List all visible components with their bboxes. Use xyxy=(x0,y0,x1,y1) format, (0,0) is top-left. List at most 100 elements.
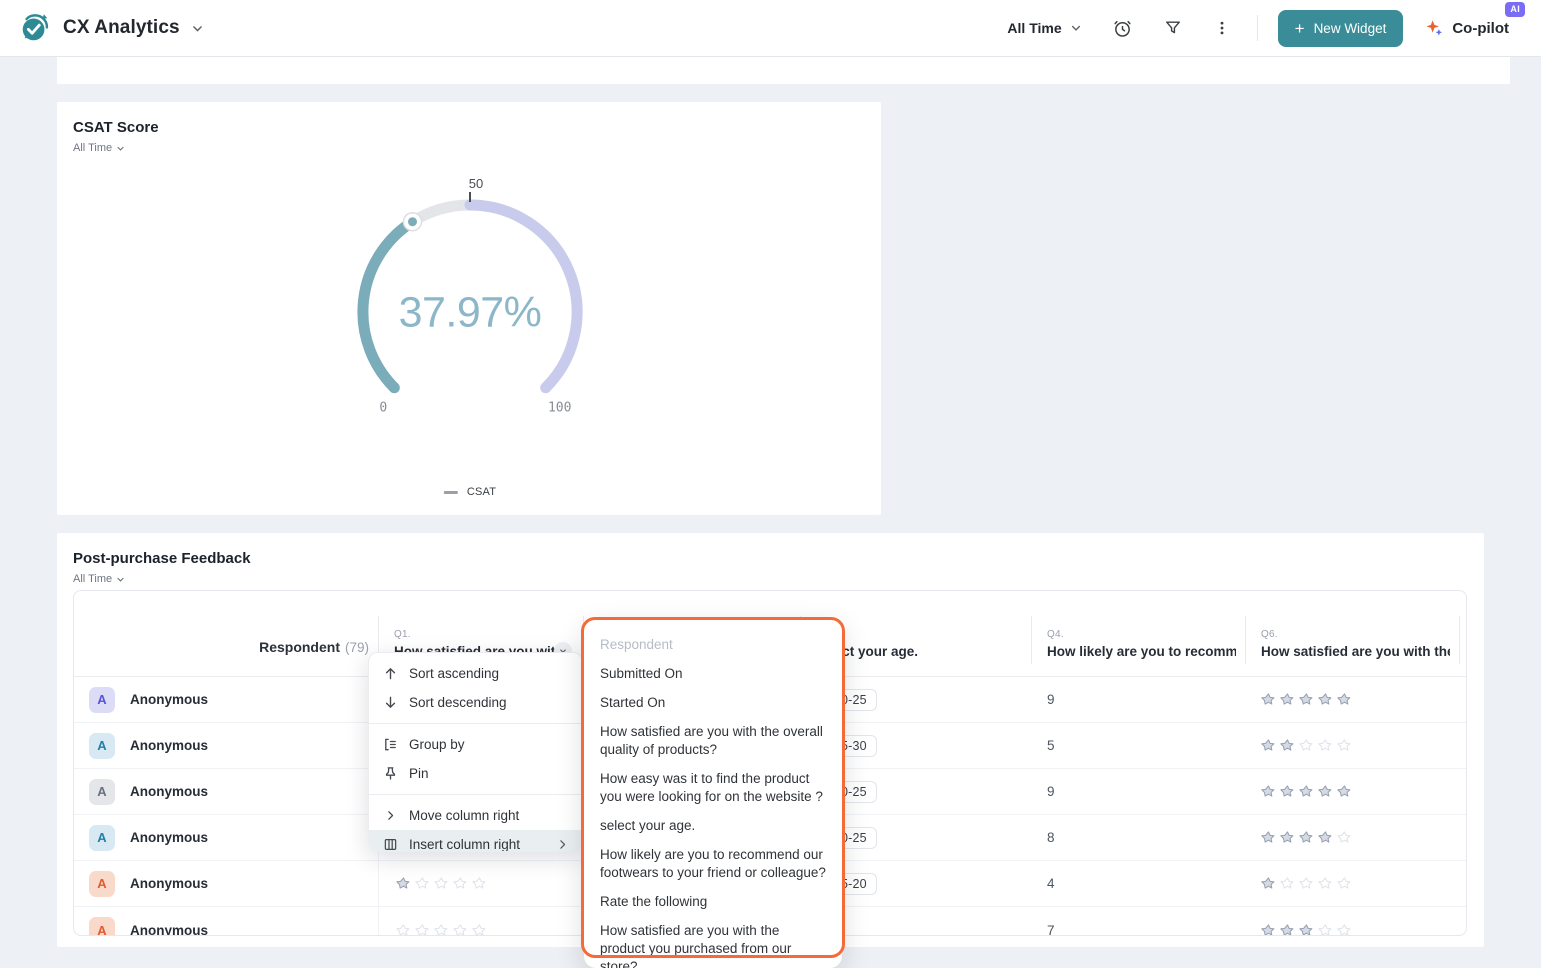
avatar: A xyxy=(89,687,115,713)
star-icon xyxy=(415,876,430,891)
legend-dash-icon xyxy=(444,491,458,494)
column-context-menu: Sort ascending Sort descending Group by Pin… xyxy=(368,652,583,852)
q1-rating-cell xyxy=(379,907,584,936)
menu-item-label: Sort ascending xyxy=(409,666,499,681)
respondent-name: Anonymous xyxy=(130,692,208,707)
q6-star-rating xyxy=(1261,692,1352,707)
star-icon xyxy=(1261,923,1276,937)
global-time-filter[interactable]: All Time xyxy=(1007,20,1081,36)
star-icon xyxy=(1337,876,1352,891)
avatar: A xyxy=(89,779,115,805)
star-icon xyxy=(1280,784,1295,799)
menu-item-group-by[interactable]: Group by xyxy=(369,730,582,759)
star-icon xyxy=(1299,692,1314,707)
feedback-time-filter[interactable]: All Time xyxy=(73,573,125,585)
submenu-item[interactable]: Started On xyxy=(584,688,842,717)
app-brand[interactable]: CX Analytics xyxy=(18,11,204,45)
star-icon xyxy=(1299,830,1314,845)
csat-time-filter[interactable]: All Time xyxy=(73,142,125,154)
star-icon xyxy=(1337,738,1352,753)
star-icon xyxy=(1280,738,1295,753)
q6-star-rating xyxy=(1261,830,1352,845)
app-header: CX Analytics All Time xyxy=(0,0,1541,57)
star-icon xyxy=(1299,923,1314,937)
star-icon xyxy=(1280,876,1295,891)
group-by-icon xyxy=(382,737,398,752)
overflow-cell xyxy=(1460,769,1467,814)
star-icon xyxy=(1337,830,1352,845)
star-icon xyxy=(472,876,487,891)
menu-item-label: Insert column right xyxy=(409,837,520,852)
star-icon xyxy=(1337,692,1352,707)
star-icon xyxy=(415,923,430,937)
star-icon xyxy=(396,923,411,937)
menu-item-label: Sort descending xyxy=(409,695,507,710)
respondent-label: Respondent xyxy=(259,639,340,655)
overflow-cell xyxy=(1460,815,1467,860)
q4-score-cell: 4 xyxy=(1032,861,1246,906)
submenu-item[interactable]: How likely are you to recommend our foot… xyxy=(584,840,842,887)
svg-text:50: 50 xyxy=(469,176,483,191)
star-icon xyxy=(1280,830,1295,845)
respondent-name: Anonymous xyxy=(130,738,208,753)
menu-item-move-column-right[interactable]: Move column right xyxy=(369,801,582,830)
feedback-time-filter-label: All Time xyxy=(73,573,112,585)
column-header-respondent[interactable]: Respondent (79) xyxy=(74,591,379,676)
alarm-icon[interactable] xyxy=(1108,14,1137,43)
copilot-button[interactable]: Co-pilot AI xyxy=(1425,19,1509,38)
avatar: A xyxy=(89,917,115,936)
chevron-down-icon xyxy=(116,575,125,584)
q6-star-rating xyxy=(1261,923,1352,937)
filter-icon[interactable] xyxy=(1159,14,1187,42)
respondent-cell: A Anonymous xyxy=(74,907,379,936)
avatar: A xyxy=(89,733,115,759)
respondent-cell: AAnonymous xyxy=(74,861,379,906)
menu-item-insert-column-right[interactable]: Insert column right xyxy=(369,830,582,852)
menu-item-sort-ascending[interactable]: Sort ascending xyxy=(369,659,582,688)
chevron-down-icon xyxy=(1070,22,1082,34)
submenu-item[interactable]: How satisfied are you with the product y… xyxy=(584,916,842,968)
ai-badge: AI xyxy=(1505,2,1525,17)
partial-widget-above xyxy=(57,57,1510,84)
column-header-q6[interactable]: Q6.How satisfied are you with the... xyxy=(1246,591,1460,676)
column-header-q4[interactable]: Q4.How likely are you to recomm... xyxy=(1032,591,1246,676)
star-icon xyxy=(1318,923,1333,937)
overflow-cell xyxy=(1460,907,1467,936)
respondent-cell: A Anonymous xyxy=(74,769,379,814)
respondent-name: Anonymous xyxy=(130,923,208,937)
q4-score-cell: 9 xyxy=(1032,677,1246,722)
q6-rating-cell xyxy=(1246,723,1460,768)
copilot-label: Co-pilot xyxy=(1452,20,1509,37)
sparkle-icon xyxy=(1425,19,1444,38)
q4-score-cell: 7 xyxy=(1032,907,1246,936)
star-icon xyxy=(434,923,449,937)
respondent-name: Anonymous xyxy=(130,784,208,799)
new-widget-button[interactable]: + New Widget xyxy=(1278,10,1404,47)
respondent-name: Anonymous xyxy=(130,830,208,845)
star-icon xyxy=(453,923,468,937)
submenu-item[interactable]: Rate the following xyxy=(584,887,842,916)
star-icon xyxy=(1299,876,1314,891)
menu-item-label: Pin xyxy=(409,766,429,781)
submenu-item[interactable]: How easy was it to find the product you … xyxy=(584,764,842,811)
q6-star-rating xyxy=(1261,876,1352,891)
gauge-legend[interactable]: CSAT xyxy=(444,486,496,498)
submenu-item[interactable]: select your age. xyxy=(584,811,842,840)
kebab-menu-icon[interactable] xyxy=(1209,15,1235,41)
submenu-item[interactable]: Submitted On xyxy=(584,659,842,688)
star-icon xyxy=(453,876,468,891)
submenu-item: Respondent xyxy=(584,630,842,659)
gauge-value: 37.97% xyxy=(399,289,542,338)
star-icon xyxy=(1318,738,1333,753)
star-icon xyxy=(1318,692,1333,707)
menu-divider xyxy=(369,723,582,724)
star-icon xyxy=(1280,923,1295,937)
menu-item-pin[interactable]: Pin xyxy=(369,759,582,788)
respondent-cell: A Anonymous xyxy=(74,677,379,722)
menu-item-sort-descending[interactable]: Sort descending xyxy=(369,688,582,717)
header-divider xyxy=(1257,15,1258,41)
chevron-right-icon xyxy=(556,838,569,851)
overflow-cell xyxy=(1460,723,1467,768)
menu-divider xyxy=(369,794,582,795)
submenu-item[interactable]: How satisfied are you with the overall q… xyxy=(584,717,842,764)
